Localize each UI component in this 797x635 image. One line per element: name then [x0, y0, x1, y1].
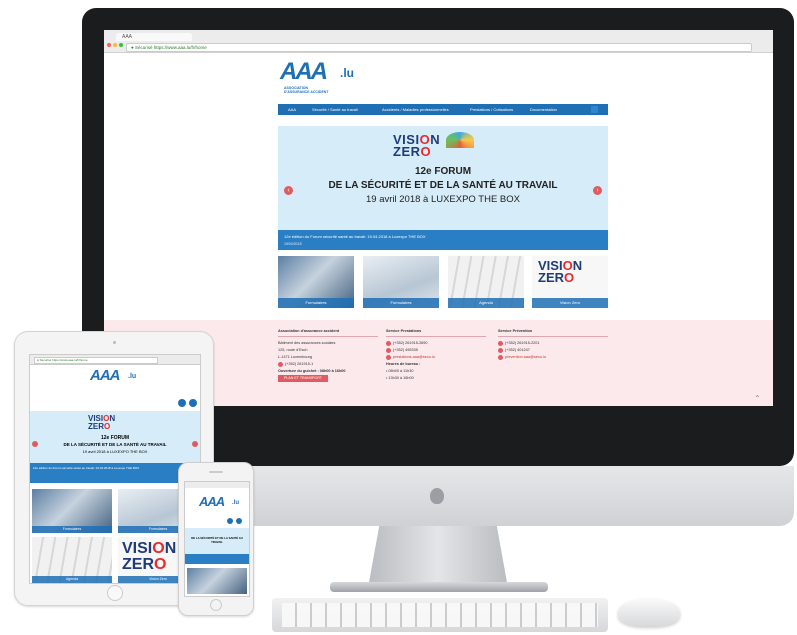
tile-label: Formulaires: [278, 298, 354, 308]
search-icon[interactable]: [591, 106, 598, 113]
ipad-address-bar[interactable]: ● Sécurisé https://www.aaa.lu/fr/home: [34, 357, 158, 364]
footer-col-prestations: Service Prestations (+352) 261915-2690 (…: [386, 328, 486, 382]
iphone-hero-carousel[interactable]: DE LA SÉCURITÉ ET DE LA SANTÉ AU TRAVAIL: [185, 528, 249, 554]
mail-icon: [498, 354, 503, 360]
ipad-tile-agenda[interactable]: Agenda: [32, 537, 112, 583]
chevron-right-icon[interactable]: [192, 441, 198, 447]
footer-col-association: Association d'assurance accident Bâtimen…: [278, 328, 378, 382]
ipad-hero-carousel[interactable]: VISION ZERO 12e FORUM DE LA SÉCURITÉ ET …: [30, 411, 200, 483]
ipad-banner-line-3: 19 avril 2018 à LUXEXPO THE BOX: [82, 449, 148, 454]
tile-label: Agenda: [32, 576, 112, 583]
ipad-banner-line-1: 12e FORUM: [100, 435, 130, 441]
footer-col-prevention: Service Prévention (+352) 261915-2201 (+…: [498, 328, 608, 361]
tile-agenda[interactable]: Agenda: [448, 256, 524, 308]
ipad-banner-line-2: DE LA SÉCURITÉ ET DE LA SANTÉ AU TRAVAIL: [63, 442, 167, 447]
chevron-right-icon[interactable]: ›: [593, 186, 602, 195]
banner-line-3: 19 avril 2018 à LUXEXPO THE BOX: [365, 194, 520, 205]
iphone-screen: AAA .lu DE LA SÉCURITÉ ET DE LA SANTÉ AU…: [184, 481, 250, 597]
site-logo-subtitle: ASSOCIATION D'ASSURANCE ACCIDENT: [284, 86, 329, 94]
ipad-screen: ● Sécurisé https://www.aaa.lu/fr/home AA…: [29, 354, 201, 584]
nav-item-securite[interactable]: Sécurité / Santé au travail: [312, 104, 358, 115]
keyboard-keys: [282, 603, 598, 627]
site-logo[interactable]: AAA: [90, 367, 120, 384]
tile-forms[interactable]: Formulaires: [363, 256, 439, 308]
ipad-banner-caption-strip: 12e édition du Forum sécurité santé au t…: [30, 463, 200, 483]
chevron-left-icon[interactable]: [32, 441, 38, 447]
vision-zero-logo: VISION ZERO: [88, 414, 116, 431]
main-navigation: AAA Sécurité / Santé au travail Accident…: [278, 104, 608, 115]
vision-zero-logo: VISION ZERO: [538, 258, 583, 285]
ipad-banner-caption[interactable]: 12e édition du Forum sécurité santé au t…: [33, 466, 197, 470]
banner-line-2: DE LA SÉCURITÉ ET DE LA SANTÉ AU TRAVAIL: [328, 180, 558, 191]
iphone-browser-chrome: [185, 482, 249, 488]
address-bar[interactable]: ● Sécurisé https://www.aaa.lu/fr/home: [126, 43, 752, 52]
site-logo[interactable]: AAA: [199, 494, 225, 509]
phone-icon: [278, 361, 283, 367]
phone-icon: [386, 340, 391, 346]
vision-zero-logo: VISION ZERO: [122, 540, 177, 573]
quick-links: Formulaires Formulaires Agenda VISION ZE…: [278, 256, 608, 308]
nav-item-aaa[interactable]: AAA: [288, 104, 296, 115]
mail-icon: [386, 354, 391, 360]
tile-label: Formulaires: [363, 298, 439, 308]
ipad-browser-chrome: ● Sécurisé https://www.aaa.lu/fr/home: [30, 355, 200, 365]
site-logo-suffix: .lu: [128, 373, 137, 380]
mouse: [618, 598, 680, 626]
ipad-camera: [113, 341, 116, 344]
menu-icon[interactable]: [178, 399, 186, 407]
tile-label: Vision Zero: [532, 298, 608, 308]
umbrella-logo-icon: [446, 132, 474, 148]
iphone-home-button[interactable]: [210, 599, 222, 611]
tile-forms-photo[interactable]: Formulaires: [278, 256, 354, 308]
iphone-banner-caption-strip: [185, 554, 249, 564]
iphone-device: AAA .lu DE LA SÉCURITÉ ET DE LA SANTÉ AU…: [178, 462, 254, 616]
phone-icon: [498, 340, 503, 346]
keyboard: [272, 598, 608, 632]
menu-icon[interactable]: [227, 518, 233, 524]
browser-tab[interactable]: AAA: [116, 33, 192, 41]
site-logo-suffix: .lu: [340, 66, 354, 80]
iphone-speaker: [209, 471, 223, 473]
nav-item-accidents[interactable]: Accidents / Maladies professionnelles: [382, 104, 449, 115]
imac-foot: [330, 582, 548, 592]
browser-chrome: AAA ● Sécurisé https://www.aaa.lu/fr/hom…: [104, 30, 773, 53]
email-link[interactable]: prevention.aaa@secu.lu: [505, 355, 546, 359]
iphone-tile[interactable]: [187, 568, 247, 594]
banner-caption[interactable]: 12e édition du Forum sécurité santé au t…: [284, 234, 426, 239]
hero-carousel[interactable]: VISION ZERO 12e FORUM DE LA SÉCURITÉ ET …: [278, 126, 608, 250]
chevron-up-icon[interactable]: ⌃: [754, 394, 761, 403]
iphone-banner-line: DE LA SÉCURITÉ ET DE LA SANTÉ AU TRAVAIL: [191, 536, 243, 544]
nav-item-documentation[interactable]: Documentation: [530, 104, 557, 115]
fax-icon: [386, 347, 391, 353]
site-logo-suffix: .lu: [232, 500, 239, 506]
ipad-tile-forms-photo[interactable]: Formulaires: [32, 489, 112, 533]
vision-zero-logo: VISION ZERO: [393, 132, 441, 159]
banner-line-1: 12e FORUM: [414, 166, 472, 177]
tile-vision-zero[interactable]: VISION ZERO Vision Zero: [532, 256, 608, 308]
banner-caption-strip: 12e édition du Forum sécurité santé au t…: [278, 230, 608, 250]
site-logo[interactable]: AAA: [280, 58, 328, 86]
apple-logo-icon: [430, 488, 444, 504]
tile-label: Formulaires: [32, 526, 112, 533]
nav-item-prestations[interactable]: Prestations / Cotisations: [470, 104, 513, 115]
imac-stand: [368, 526, 508, 588]
email-link[interactable]: prestations.aaa@secu.lu: [393, 355, 435, 359]
chevron-left-icon[interactable]: ‹: [284, 186, 293, 195]
plan-transport-button[interactable]: PLAN ET TRANSPORT: [278, 375, 328, 382]
search-icon[interactable]: [236, 518, 242, 524]
tile-label: Agenda: [448, 298, 524, 308]
ipad-home-button[interactable]: [107, 585, 123, 601]
fax-icon: [498, 347, 503, 353]
search-icon[interactable]: [189, 399, 197, 407]
banner-date: 19/04/2018: [284, 242, 302, 246]
